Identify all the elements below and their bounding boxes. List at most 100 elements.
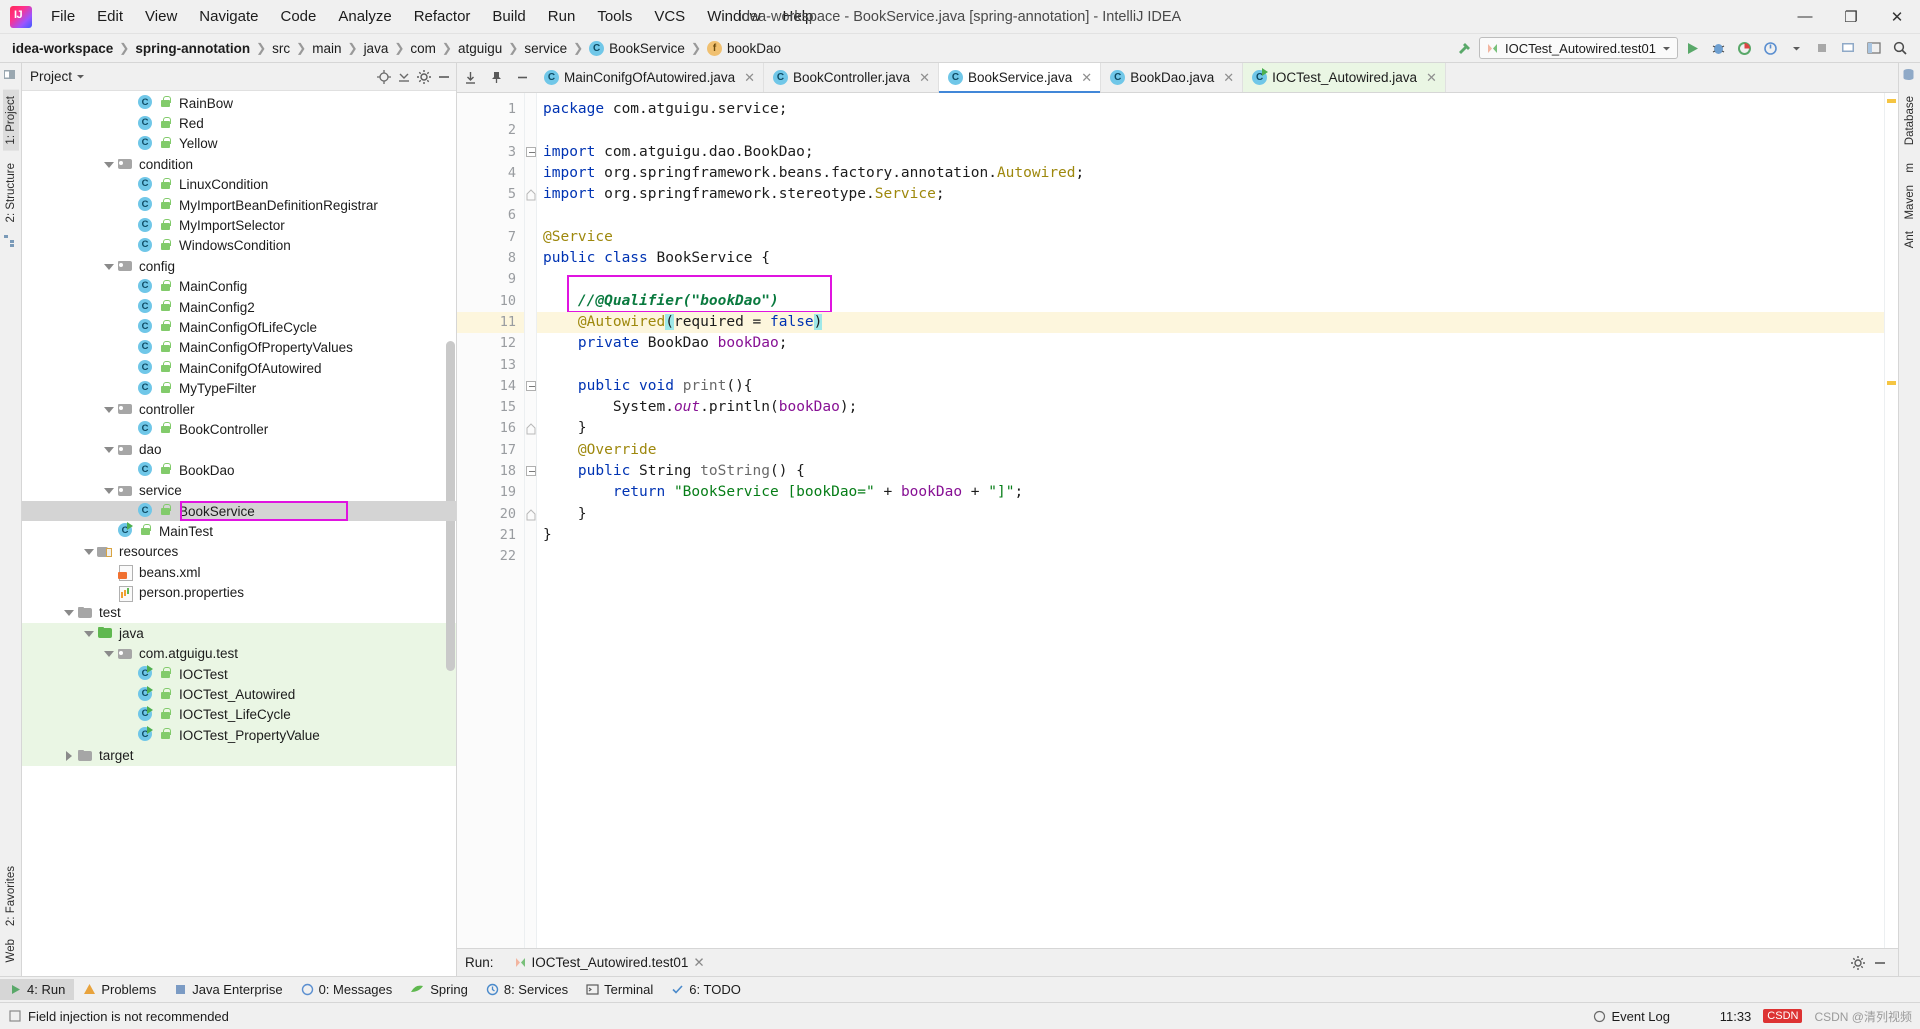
code-line[interactable]: package com.atguigu.service; (537, 99, 1884, 120)
tree-item-mainconfig2[interactable]: MainConfig2 (22, 297, 456, 317)
close-tab-icon[interactable]: ✕ (1081, 70, 1092, 86)
tree-item-java[interactable]: java (22, 623, 456, 644)
breadcrumb-item-com[interactable]: com (406, 39, 440, 58)
menu-item-run[interactable]: Run (537, 5, 587, 28)
tool-window-problems[interactable]: Problems (74, 979, 165, 1000)
tree-item-mainconfig[interactable]: MainConfig (22, 277, 456, 297)
search-everywhere-button[interactable] (1888, 37, 1912, 59)
gear-icon[interactable] (416, 69, 432, 85)
locate-icon[interactable] (376, 69, 392, 85)
tree-item-mainconifgofautowired[interactable]: MainConifgOfAutowired (22, 358, 456, 378)
code-line[interactable]: //@Qualifier("bookDao") (537, 274, 1884, 313)
tree-item-condition[interactable]: condition (22, 154, 456, 174)
chevron-down-icon[interactable] (102, 260, 115, 273)
code-line[interactable] (537, 205, 1884, 226)
tool-window-spring[interactable]: Spring (401, 979, 477, 1000)
tree-item-linuxcondition[interactable]: LinuxCondition (22, 175, 456, 195)
tree-item-bookdao[interactable]: BookDao (22, 460, 456, 480)
code-line[interactable] (537, 546, 1884, 567)
run-tab[interactable]: IOCTest_Autowired.test01 ✕ (508, 953, 711, 973)
code-line[interactable]: public String toString() { (537, 461, 1884, 482)
stop-button[interactable] (1810, 37, 1834, 59)
editor-tab-bookdao-java[interactable]: C BookDao.java ✕ (1101, 63, 1244, 92)
code-line[interactable]: } (537, 525, 1884, 546)
project-toolwindow-icon[interactable] (2, 67, 20, 85)
close-tab-icon[interactable]: ✕ (1426, 70, 1437, 86)
code-line[interactable]: import org.springframework.stereotype.Se… (537, 184, 1884, 205)
sort-tabs-icon[interactable] (457, 63, 483, 92)
breadcrumb-item-idea-workspace[interactable]: idea-workspace (8, 39, 117, 58)
sidebar-item-database[interactable]: Database (1902, 90, 1918, 151)
tree-item-windowscondition[interactable]: WindowsCondition (22, 236, 456, 256)
tree-item-myimportbeandefinitionregistrar[interactable]: MyImportBeanDefinitionRegistrar (22, 195, 456, 215)
breadcrumb-item-java[interactable]: java (360, 39, 393, 58)
tree-item-myimportselector[interactable]: MyImportSelector (22, 215, 456, 235)
menu-item-file[interactable]: File (40, 5, 86, 28)
code-line[interactable]: } (537, 418, 1884, 439)
code-line[interactable]: public void print(){ (537, 376, 1884, 397)
tool-window-terminal[interactable]: Terminal (577, 979, 662, 1000)
structure-icon[interactable] (2, 233, 20, 251)
tree-item-person-properties[interactable]: person.properties (22, 582, 456, 602)
tree-item-test[interactable]: test (22, 603, 456, 623)
fold-collapse-icon[interactable] (526, 380, 536, 391)
chevron-down-icon[interactable] (82, 545, 95, 558)
close-tab-icon[interactable]: ✕ (1223, 70, 1234, 86)
fold-collapse-icon[interactable] (526, 466, 536, 477)
code-folding-column[interactable] (525, 93, 537, 948)
sidebar-item-maven[interactable]: Maven (1902, 179, 1918, 226)
update-app-button[interactable] (1836, 37, 1860, 59)
menu-item-build[interactable]: Build (481, 5, 536, 28)
breadcrumb-item-atguigu[interactable]: atguigu (454, 39, 506, 58)
hide-tabs-icon[interactable] (509, 63, 535, 92)
tree-item-mainconfigofpropertyvalues[interactable]: MainConfigOfPropertyValues (22, 338, 456, 358)
code-line[interactable]: import com.atguigu.dao.BookDao; (537, 142, 1884, 163)
code-line[interactable]: return "BookService [bookDao=" + bookDao… (537, 482, 1884, 503)
tree-item-ioctest-lifecycle[interactable]: IOCTest_LifeCycle (22, 704, 456, 726)
layout-button[interactable] (1862, 37, 1886, 59)
tool-window-java-enterprise[interactable]: Java Enterprise (165, 979, 291, 1000)
editor-tab-ioctest-autowired-java[interactable]: C IOCTest_Autowired.java ✕ (1243, 63, 1446, 92)
run-configuration-selector[interactable]: IOCTest_Autowired.test01 (1478, 37, 1678, 59)
tree-item-com-atguigu-test[interactable]: com.atguigu.test (22, 643, 456, 664)
chevron-down-icon[interactable] (82, 627, 95, 640)
tool-window-0--messages[interactable]: 0: Messages (292, 979, 402, 1000)
maximize-button[interactable]: ❐ (1828, 0, 1874, 33)
hide-panel-icon[interactable] (436, 69, 452, 85)
sidebar-item-ant[interactable]: Ant (1902, 225, 1918, 254)
chevron-down-icon[interactable] (102, 158, 115, 171)
debug-button[interactable] (1706, 37, 1730, 59)
pin-tab-icon[interactable] (483, 63, 509, 92)
tool-window-6--todo[interactable]: 6: TODO (662, 979, 750, 1000)
editor-tab-mainconifgofautowired-java[interactable]: C MainConifgOfAutowired.java ✕ (535, 63, 764, 92)
chevron-down-icon[interactable] (62, 606, 75, 619)
tree-item-service[interactable]: service (22, 480, 456, 500)
hide-panel-icon[interactable] (1872, 955, 1888, 971)
breadcrumb-item-service[interactable]: service (520, 39, 571, 58)
sidebar-item-project[interactable]: 1: Project (2, 90, 19, 151)
tree-item-red[interactable]: Red (22, 113, 456, 133)
chevron-down-icon[interactable] (102, 443, 115, 456)
chevron-down-icon[interactable] (102, 403, 115, 416)
sidebar-item-structure[interactable]: 2: Structure (3, 157, 19, 228)
breadcrumb-item-src[interactable]: src (268, 39, 294, 58)
menu-item-tools[interactable]: Tools (586, 5, 643, 28)
error-stripe-marker[interactable] (1884, 93, 1898, 948)
code-line[interactable]: private BookDao bookDao; (537, 333, 1884, 354)
breadcrumb-item-spring-annotation[interactable]: spring-annotation (131, 39, 254, 58)
close-tab-icon[interactable]: ✕ (744, 70, 755, 86)
fold-marker[interactable] (525, 184, 536, 205)
breadcrumb-item-bookdao[interactable]: f bookDao (703, 39, 785, 58)
fold-marker[interactable] (525, 418, 536, 439)
editor-tab-bookservice-java[interactable]: C BookService.java ✕ (938, 63, 1102, 93)
tree-item-mytypefilter[interactable]: MyTypeFilter (22, 378, 456, 398)
chevron-down-icon[interactable] (1784, 37, 1808, 59)
menu-item-window[interactable]: Window (696, 5, 771, 28)
breadcrumb-item-main[interactable]: main (308, 39, 345, 58)
tree-item-ioctest-propertyvalue[interactable]: IOCTest_PropertyValue (22, 725, 456, 746)
code-line[interactable] (537, 120, 1884, 141)
code-line[interactable]: } (537, 504, 1884, 525)
code-editor[interactable]: 1 2 3 4 5 6 7 8 9 10 11 12 13 14 15 16 17 18 19 20 21 22 pack… (457, 93, 1898, 948)
tree-item-target[interactable]: target (22, 745, 456, 766)
fold-marker[interactable] (525, 504, 536, 525)
